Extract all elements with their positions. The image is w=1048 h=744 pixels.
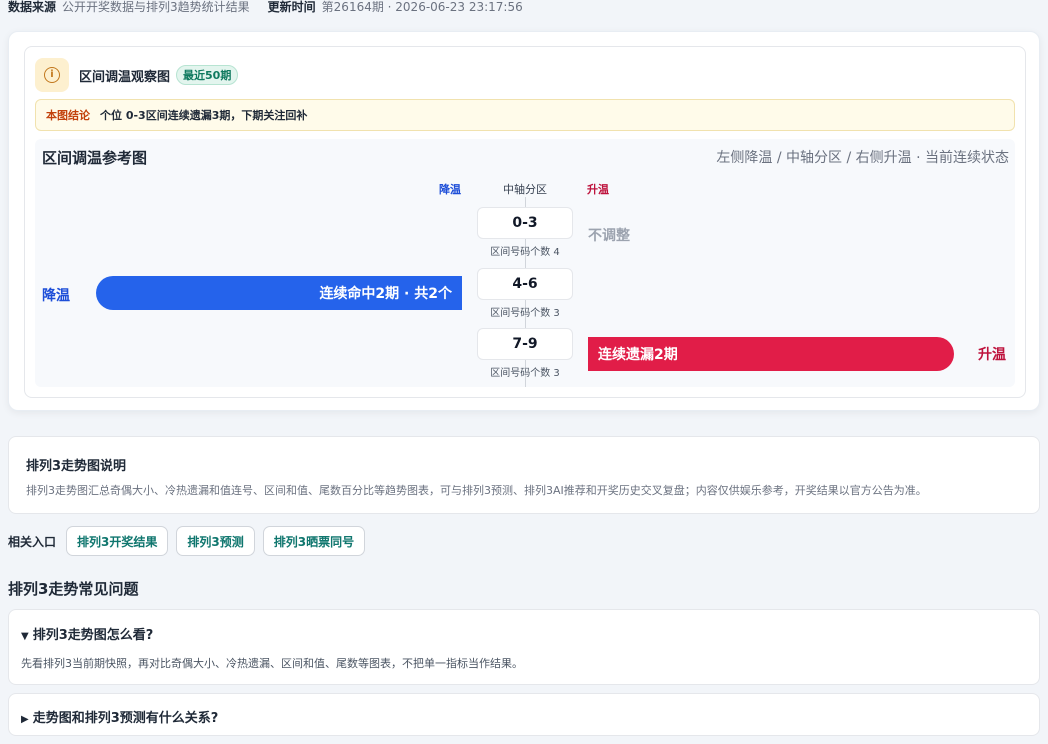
zone-box-4-6: 4-6 (477, 268, 573, 300)
description-title: 排列3走势图说明 (26, 459, 127, 474)
cooling-bar: 连续命中2期 · 共2个 (96, 276, 462, 310)
reference-subtitle: 左侧降温 / 中轴分区 / 右侧升温 · 当前连续状态 (716, 150, 1009, 166)
observation-card: i 区间调温观察图 最近50期 本图结论 个位 0-3区间连续遗漏3期，下期关注… (8, 31, 1040, 411)
faq-item-how-to-read[interactable]: ▼ 排列3走势图怎么看? 先看排列3当前期快照，再对比奇偶大小、冷热遗漏、区间和值… (8, 609, 1040, 685)
side-warm-label: 升温 (978, 347, 1006, 363)
data-meta-line: 数据来源 公开开奖数据与排列3趋势统计结果 更新时间 第26164期 · 2026-0… (8, 0, 523, 16)
recent-badge: 最近50期 (176, 65, 239, 85)
link-ticket-share[interactable]: 排列3晒票同号 (262, 526, 366, 556)
reference-title: 区间调温参考图 (42, 149, 148, 167)
zone-count-0-3: 区间号码个数 4 (490, 247, 560, 258)
updated-value: 第26164期 · 2026-06-23 23:17:56 (321, 0, 523, 14)
observation-title: 区间调温观察图 (79, 69, 171, 85)
collapsed-triangle-icon: ▶ (21, 714, 29, 725)
faq-question[interactable]: ▶ 走势图和排列3预测有什么关系? (21, 707, 218, 726)
info-icon: i (35, 58, 69, 92)
axis-warm-label: 升温 (587, 183, 609, 196)
warming-bar-text: 连续遗漏2期 (598, 347, 678, 363)
zone-count-7-9: 区间号码个数 3 (490, 368, 560, 379)
axis-mid-label: 中轴分区 (503, 183, 547, 196)
axis-cool-label: 降温 (439, 183, 461, 196)
faq-item-relation[interactable]: ▶ 走势图和排列3预测有什么关系? (8, 693, 1040, 736)
source-label: 数据来源 (8, 0, 57, 14)
zone-0-3-state: 不调整 (588, 228, 630, 244)
side-cool-label: 降温 (42, 288, 70, 304)
link-prediction[interactable]: 排列3预测 (176, 526, 255, 556)
reference-panel: 区间调温参考图 左侧降温 / 中轴分区 / 右侧升温 · 当前连续状态 降温 中… (35, 139, 1015, 387)
faq-title: 排列3走势常见问题 (8, 580, 139, 598)
observation-inner-card: i 区间调温观察图 最近50期 本图结论 个位 0-3区间连续遗漏3期，下期关注… (24, 46, 1026, 398)
zone-count-4-6: 区间号码个数 3 (490, 308, 560, 319)
zone-box-7-9: 7-9 (477, 328, 573, 360)
conclusion-label: 本图结论 (46, 109, 90, 122)
observation-header: i 区间调温观察图 最近50期 (35, 57, 239, 93)
faq-answer: 先看排列3当前期快照，再对比奇偶大小、冷热遗漏、区间和值、尾数等图表，不把单一指… (21, 657, 523, 670)
zone-box-0-3: 0-3 (477, 207, 573, 239)
cooling-bar-text: 连续命中2期 · 共2个 (319, 286, 452, 302)
faq-question[interactable]: ▼ 排列3走势图怎么看? (21, 624, 153, 643)
link-draw-results[interactable]: 排列3开奖结果 (66, 526, 169, 556)
warming-bar: 连续遗漏2期 (588, 337, 954, 371)
related-links: 相关入口 排列3开奖结果 排列3预测 排列3晒票同号 (8, 526, 373, 556)
description-text: 排列3走势图汇总奇偶大小、冷热遗漏和值连号、区间和值、尾数百分比等趋势图表，可与… (26, 484, 927, 497)
updated-label: 更新时间 (267, 0, 316, 14)
conclusion-banner: 本图结论 个位 0-3区间连续遗漏3期，下期关注回补 (35, 99, 1015, 131)
conclusion-text: 个位 0-3区间连续遗漏3期，下期关注回补 (100, 109, 308, 122)
related-label: 相关入口 (8, 534, 57, 549)
expanded-triangle-icon: ▼ (21, 631, 29, 642)
source-value: 公开开奖数据与排列3趋势统计结果 (62, 0, 250, 14)
description-card: 排列3走势图说明 排列3走势图汇总奇偶大小、冷热遗漏和值连号、区间和值、尾数百分… (8, 436, 1040, 514)
